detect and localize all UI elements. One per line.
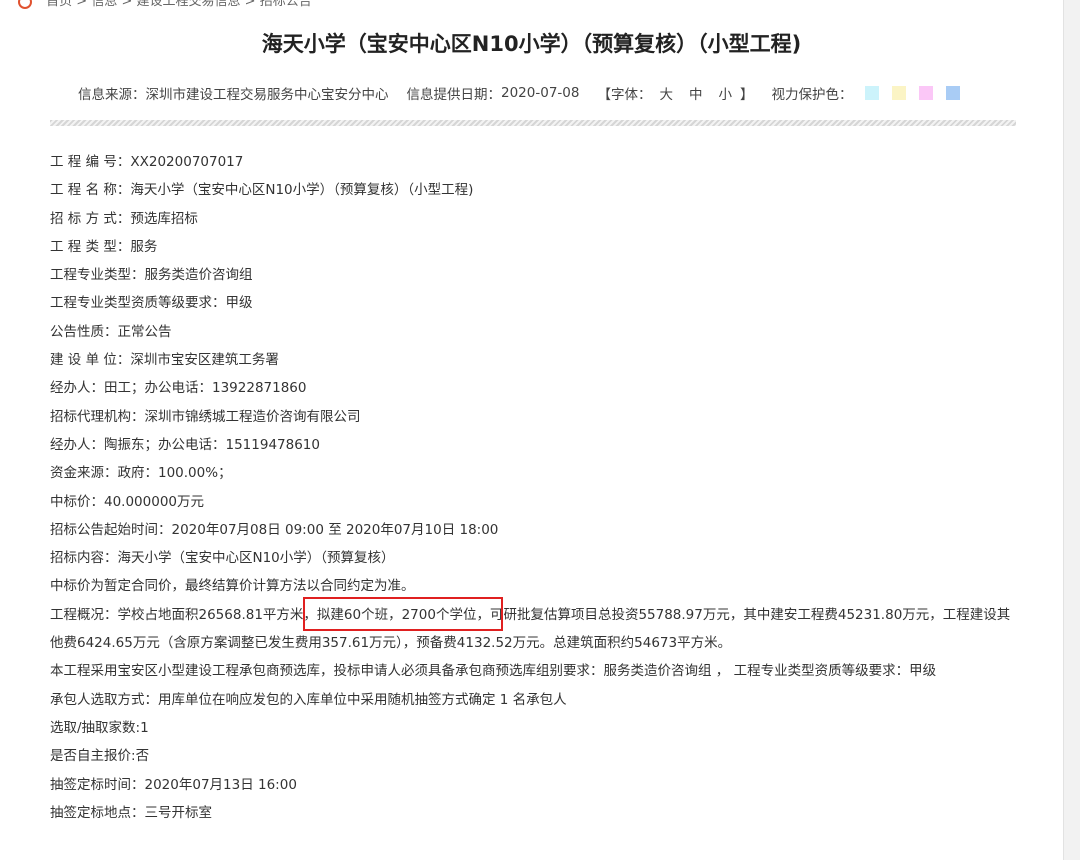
- eye-protect-label: 视力保护色：: [771, 87, 853, 103]
- breadcrumb-home[interactable]: 首页: [46, 0, 72, 9]
- field-bid-method: 招 标 方 式：预选库招标: [50, 210, 198, 227]
- breadcrumb-info[interactable]: 信息: [91, 0, 117, 9]
- field-draw-time: 抽签定标时间：2020年07月13日 16:00: [50, 776, 297, 793]
- field-notice-nature: 公告性质：正常公告: [50, 323, 172, 340]
- breadcrumb-current[interactable]: 招标公告: [260, 0, 312, 9]
- home-icon[interactable]: [18, 0, 32, 9]
- page-container: 首页 > 信息 > 建设工程交易信息 > 招标公告 海天小学（宝安中心区N10小…: [0, 0, 1064, 860]
- section-divider: [50, 120, 1016, 126]
- source-value: 深圳市建设工程交易服务中心宝安分中心: [145, 87, 389, 103]
- source-label: 信息来源：: [78, 87, 146, 103]
- font-size-close: 】: [739, 87, 754, 103]
- font-small-link[interactable]: 小: [718, 83, 732, 103]
- field-price-note: 中标价为暂定合同价，最终结算价计算方法以合同约定为准。: [50, 578, 415, 595]
- field-draw-location: 抽签定标地点：三号开标室: [50, 804, 212, 821]
- field-qualification-level: 工程专业类型资质等级要求：甲级: [50, 295, 253, 312]
- field-self-quote: 是否自主报价:否: [50, 748, 150, 765]
- field-builder: 建 设 单 位：深圳市宝安区建筑工务署: [50, 352, 279, 369]
- eye-color-yellow-swatch[interactable]: [892, 86, 907, 100]
- eye-color-cyan-swatch[interactable]: [865, 86, 880, 100]
- field-project-overview: 工程概况：学校占地面积26568.81平方米，拟建60个班，2700个学位，可研…: [50, 606, 1011, 652]
- field-project-name: 工 程 名 称：海天小学（宝安中心区N10小学）（预算复核）（小型工程): [50, 182, 474, 199]
- breadcrumb: 首页 > 信息 > 建设工程交易信息 > 招标公告: [18, 0, 312, 9]
- field-specialty-type: 工程专业类型：服务类造价咨询组: [50, 267, 253, 284]
- font-size-open: 【字体：: [597, 87, 652, 103]
- field-selection-count: 选取/抽取家数:1: [50, 719, 149, 736]
- font-large-link[interactable]: 大: [659, 83, 673, 103]
- field-notice-period: 招标公告起始时间：2020年07月08日 09:00 至 2020年07月10日…: [50, 521, 499, 538]
- page-title: 海天小学（宝安中心区N10小学）（预算复核）（小型工程): [261, 32, 802, 56]
- eye-color-blue-swatch[interactable]: [946, 86, 961, 100]
- field-bid-content: 招标内容：海天小学（宝安中心区N10小学）（预算复核）: [50, 550, 395, 567]
- eye-color-pink-swatch[interactable]: [919, 86, 934, 100]
- date-label: 信息提供日期：: [406, 87, 502, 103]
- date-value: 2020-07-08: [501, 85, 580, 101]
- field-project-type: 工 程 类 型：服务: [50, 238, 158, 255]
- breadcrumb-trade-info[interactable]: 建设工程交易信息: [137, 0, 241, 9]
- field-winning-price: 中标价：40.000000万元: [50, 493, 205, 510]
- field-agency-contact: 经办人：陶振东；办公电话：15119478610: [50, 436, 320, 453]
- project-details: 工 程 编 号：XX20200707017 工 程 名 称：海天小学（宝安中心区…: [50, 148, 1016, 827]
- field-prequal-note: 本工程采用宝安区小型建设工程承包商预选库，投标申请人必须具备承包商预选库组别要求…: [50, 663, 937, 680]
- field-selection-method: 承包人选取方式：用库单位在响应发包的入库单位中采用随机抽签方式确定 1 名承包人: [50, 691, 567, 708]
- field-builder-contact: 经办人：田工；办公电话：13922871860: [50, 380, 307, 397]
- field-fund-source: 资金来源：政府：100.00%；: [50, 465, 232, 482]
- info-bar: 信息来源： 深圳市建设工程交易服务中心宝安分中心 信息提供日期： 2020-07…: [78, 83, 961, 103]
- field-project-number: 工 程 编 号：XX20200707017: [50, 154, 244, 170]
- field-agency: 招标代理机构：深圳市锦绣城工程造价咨询有限公司: [50, 408, 361, 425]
- font-medium-link[interactable]: 中: [689, 83, 703, 103]
